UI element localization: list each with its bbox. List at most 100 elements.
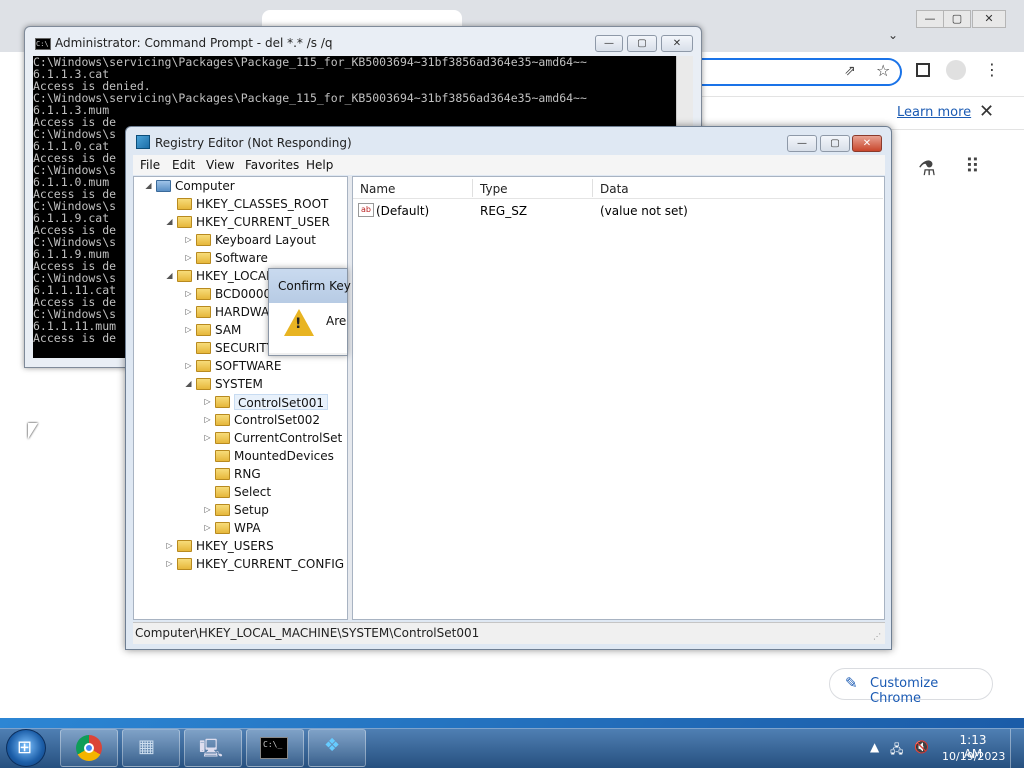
folder-icon: [215, 450, 230, 462]
folder-icon: [215, 414, 230, 426]
tree-item[interactable]: Select: [234, 484, 271, 500]
bookmark-star-icon[interactable]: ☆: [876, 61, 890, 80]
tree-item[interactable]: SYSTEM: [215, 376, 263, 392]
tree-expander-icon[interactable]: ▷: [165, 559, 174, 568]
cmd-minimize-button[interactable]: —: [595, 35, 623, 52]
tree-item[interactable]: Software: [215, 250, 268, 266]
tree-expander-icon[interactable]: ◢: [165, 271, 174, 280]
value-data: (value not set): [600, 204, 688, 218]
tree-expander-icon[interactable]: ▷: [203, 433, 212, 442]
value-name[interactable]: (Default): [376, 204, 429, 218]
tree-item[interactable]: MountedDevices: [234, 448, 334, 464]
clock-date[interactable]: 10/19/2023: [942, 750, 1005, 763]
folder-icon: [177, 540, 192, 552]
tree-expander-icon[interactable]: ◢: [165, 217, 174, 226]
tree-item[interactable]: WPA: [234, 520, 261, 536]
column-header-name[interactable]: Name: [360, 182, 395, 196]
confirm-dialog-message: Are: [326, 314, 347, 328]
chrome-maximize-button[interactable]: ▢: [943, 10, 971, 28]
side-panel-icon[interactable]: [916, 63, 930, 77]
folder-icon: [215, 396, 230, 408]
console-line: C:\Windows\servicing\Packages\Package_11…: [33, 56, 587, 69]
tree-item[interactable]: SAM: [215, 322, 241, 338]
string-value-icon: ab: [358, 203, 374, 217]
show-hidden-icons-icon[interactable]: ▲: [870, 740, 879, 754]
tree-expander-icon[interactable]: ▷: [203, 505, 212, 514]
tree-item[interactable]: HKEY_CURRENT_USER: [196, 214, 330, 230]
tree-item[interactable]: SOFTWARE: [215, 358, 281, 374]
tree-expander-icon[interactable]: ▷: [203, 523, 212, 532]
menu-file[interactable]: File: [140, 158, 160, 172]
tree-item[interactable]: HARDWA: [215, 304, 269, 320]
column-divider[interactable]: [472, 179, 473, 197]
tree-item[interactable]: ControlSet002: [234, 412, 320, 428]
tree-expander-icon[interactable]: ▷: [203, 397, 212, 406]
column-divider[interactable]: [592, 179, 593, 197]
column-header-type[interactable]: Type: [480, 182, 508, 196]
tree-item[interactable]: CurrentControlSet: [234, 430, 342, 446]
folder-icon: [196, 360, 211, 372]
tree-item[interactable]: Computer: [175, 178, 235, 194]
tree-item[interactable]: HKEY_CLASSES_ROOT: [196, 196, 328, 212]
cmd-taskbar-icon: C:\_: [260, 737, 288, 759]
learn-more-link[interactable]: Learn more: [897, 105, 971, 120]
resize-grip-icon[interactable]: ⋰: [873, 632, 881, 641]
tree-expander-icon[interactable]: ▷: [184, 361, 193, 370]
folder-icon: [196, 342, 211, 354]
registry-values-pane[interactable]: [352, 176, 885, 620]
tree-item[interactable]: Keyboard Layout: [215, 232, 316, 248]
folder-icon: [196, 324, 211, 336]
labs-flask-icon[interactable]: ⚗: [918, 156, 936, 180]
tree-item[interactable]: ControlSet001: [234, 394, 328, 410]
column-header-data[interactable]: Data: [600, 182, 629, 196]
chrome-close-button[interactable]: ✕: [972, 10, 1006, 28]
volume-muted-icon[interactable]: 🔇: [914, 740, 929, 754]
menu-view[interactable]: View: [206, 158, 234, 172]
menu-help[interactable]: Help: [306, 158, 333, 172]
warning-exclamation: !: [295, 316, 302, 332]
tree-expander-icon[interactable]: ▷: [165, 541, 174, 550]
regedit-close-button[interactable]: ✕: [852, 135, 882, 152]
tree-item[interactable]: Setup: [234, 502, 269, 518]
folder-icon: [196, 234, 211, 246]
tree-item[interactable]: HKEY_LOCAL: [196, 268, 273, 284]
profile-avatar-icon[interactable]: [946, 60, 966, 80]
tree-expander-icon[interactable]: ▷: [184, 253, 193, 262]
folder-icon: [215, 522, 230, 534]
folder-icon: [196, 306, 211, 318]
chrome-omnibox[interactable]: [690, 58, 902, 86]
tree-expander-icon[interactable]: ▷: [184, 235, 193, 244]
info-bar-close-icon[interactable]: ✕: [979, 101, 994, 122]
regedit-window-title: Registry Editor (Not Responding): [155, 136, 352, 150]
tree-expander-icon[interactable]: ◢: [184, 379, 193, 388]
share-icon[interactable]: ⇗: [844, 63, 856, 79]
tree-item[interactable]: SECURITY: [215, 340, 274, 356]
cmd-window-title: Administrator: Command Prompt - del *.* …: [55, 36, 333, 50]
show-desktop-button[interactable]: [1010, 729, 1024, 768]
console-line: C:\Windows\servicing\Packages\Package_11…: [33, 91, 587, 105]
network-icon[interactable]: 🖧: [890, 740, 903, 761]
tree-item[interactable]: HKEY_CURRENT_CONFIG: [196, 556, 344, 572]
folder-icon: [177, 198, 192, 210]
mouse-cursor-icon: [28, 423, 38, 439]
tree-expander-icon[interactable]: ▷: [184, 289, 193, 298]
menu-edit[interactable]: Edit: [172, 158, 195, 172]
chrome-menu-icon[interactable]: ⋮: [984, 60, 1000, 79]
tree-item[interactable]: RNG: [234, 466, 261, 482]
tab-search-icon[interactable]: ⌄: [888, 28, 898, 42]
folder-icon: [215, 468, 230, 480]
cmd-close-button[interactable]: ✕: [661, 35, 693, 52]
cmd-app-icon: C:\: [35, 38, 51, 50]
tree-item[interactable]: HKEY_USERS: [196, 538, 274, 554]
control-panel-icon: ▦: [138, 736, 156, 757]
tree-expander-icon[interactable]: ◢: [144, 181, 153, 190]
menu-favorites[interactable]: Favorites: [245, 158, 299, 172]
cmd-maximize-button[interactable]: ▢: [627, 35, 657, 52]
tree-expander-icon[interactable]: ▷: [203, 415, 212, 424]
chrome-minimize-button[interactable]: —: [916, 10, 944, 28]
apps-grid-icon[interactable]: ⠿: [965, 154, 980, 178]
regedit-maximize-button[interactable]: ▢: [820, 135, 850, 152]
regedit-minimize-button[interactable]: —: [787, 135, 817, 152]
tree-expander-icon[interactable]: ▷: [184, 325, 193, 334]
tree-expander-icon[interactable]: ▷: [184, 307, 193, 316]
